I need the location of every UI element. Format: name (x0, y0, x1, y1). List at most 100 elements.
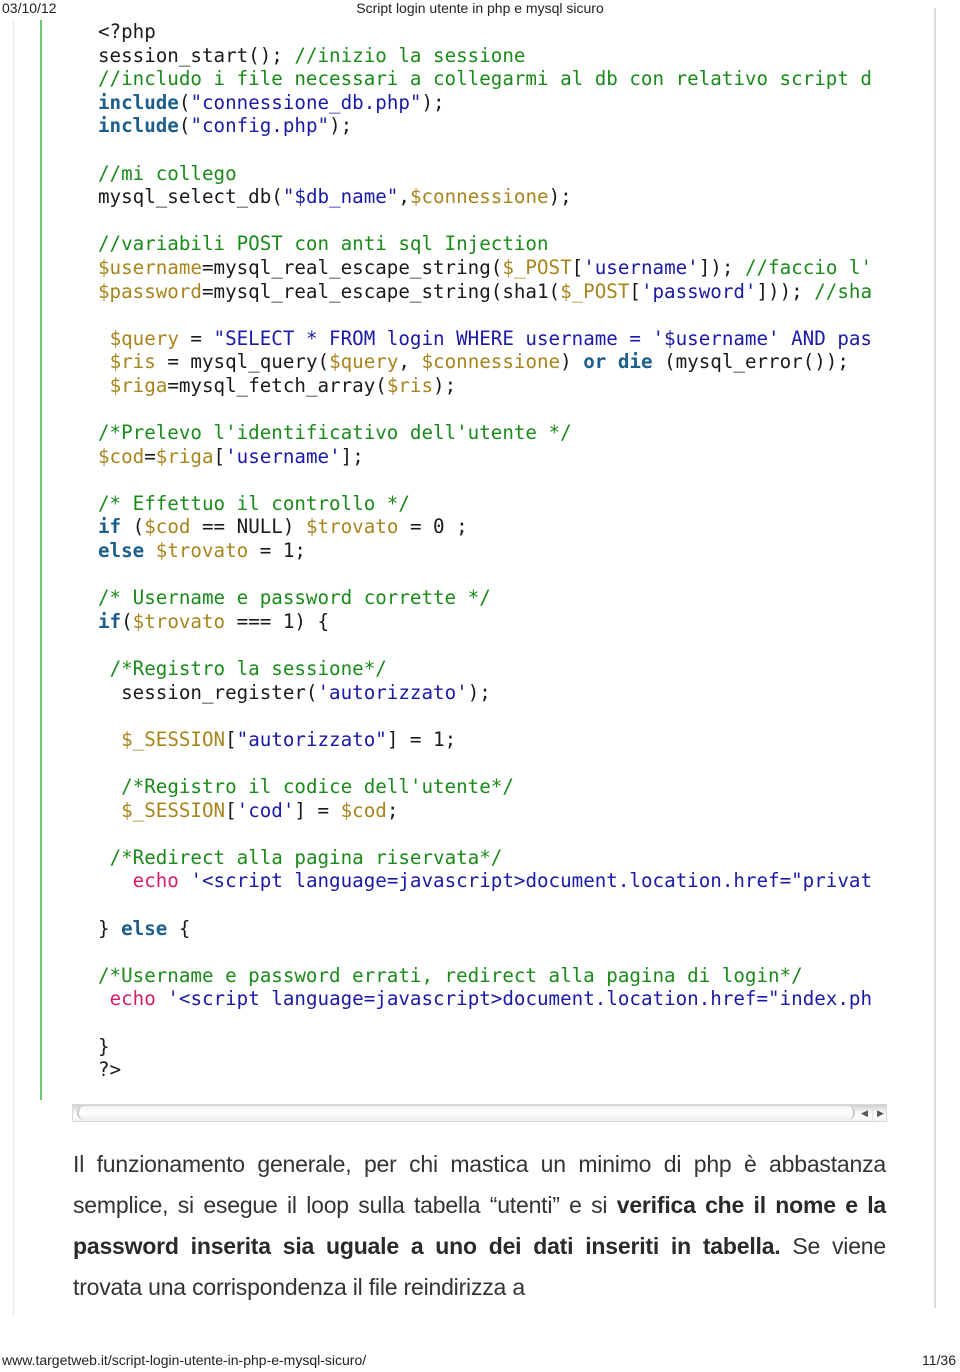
code-token-plain: ( (121, 609, 133, 633)
code-token-plain: ]; (340, 444, 364, 468)
code-line: //includo i file necessari a collegarmi … (98, 67, 888, 91)
code-line: $riga=mysql_fetch_array($ris); (98, 374, 888, 398)
code-token-plain: ] = (294, 798, 341, 822)
code-token-plain: = 0 ; (398, 515, 468, 539)
code-token-str: "autorizzato" (236, 727, 387, 751)
code-token-var: $connessione (409, 185, 549, 209)
code-block-gutter (40, 20, 42, 1100)
code-token-var: $query (329, 350, 399, 374)
code-token-var: $_POST (502, 255, 572, 279)
code-token-plain: ); (421, 90, 445, 114)
code-token-var: $cod (340, 798, 387, 822)
code-line: /* Username e password corrette */ (98, 586, 888, 610)
code-token-plain: [ (629, 279, 641, 303)
code-line: ?> (98, 1058, 888, 1082)
code-line: //variabili POST con anti sql Injection (98, 232, 888, 256)
page-number: 11/36 (922, 1352, 956, 1368)
scroll-left-arrow-icon[interactable]: ◀ (857, 1105, 872, 1121)
page-border-left (13, 20, 14, 1316)
code-token-kw: else (121, 916, 168, 940)
print-footer: www.targetweb.it/script-login-utente-in-… (0, 1352, 960, 1372)
code-token-var: $_SESSION (121, 727, 226, 751)
scroll-right-arrow-icon[interactable]: ▶ (872, 1105, 888, 1121)
page-url: www.targetweb.it/script-login-utente-in-… (2, 1352, 367, 1368)
code-token-echo: echo (132, 869, 179, 893)
code-token-comment: /*Registro la sessione*/ (109, 657, 387, 681)
code-token-plain: = (178, 326, 214, 350)
code-token-plain: ); (329, 114, 353, 138)
article-paragraph: Il funzionamento generale, per chi masti… (73, 1144, 886, 1308)
code-line: if ($cod == NULL) $trovato = 0 ; (98, 515, 888, 539)
code-token-comment: //inizio la sessione (294, 43, 526, 67)
code-token-plain: { (167, 916, 191, 940)
code-token-plain: mysql_select_db( (98, 185, 283, 209)
code-token-plain: [ (213, 444, 226, 468)
code-token-plain: <?php (98, 20, 156, 43)
code-token-str: 'cod' (236, 798, 295, 822)
code-token-str: "config.php" (190, 114, 330, 138)
code-token-comment: /*Prelevo l'identificativo dell'utente *… (98, 421, 572, 445)
code-token-var: $connessione (421, 350, 561, 374)
code-line: <?php (98, 20, 888, 44)
code-token-plain: ); (548, 185, 572, 209)
code-token-comment: /*Registro il codice dell'utente*/ (121, 775, 514, 798)
code-token-str: 'autorizzato' (317, 680, 468, 704)
code-line: } (98, 1035, 888, 1059)
code-token-plain: === 1) { (225, 609, 330, 633)
code-token-kw: include (98, 90, 179, 114)
code-token-comment: //sha (814, 279, 873, 303)
code-token-plain: ; (386, 798, 399, 822)
code-token-plain: ( (121, 515, 145, 539)
code-token-str: 'password' (640, 279, 757, 303)
code-token-plain: ] = 1; (386, 727, 457, 751)
code-line: /*Prelevo l'identificativo dell'utente *… (98, 421, 888, 445)
code-token-str: '<script language=javascript>document.lo… (167, 987, 873, 1011)
code-token-plain: ); (467, 680, 491, 704)
code-line: $ris = mysql_query($query, $connessione)… (98, 350, 888, 374)
code-line: echo '<script language=javascript>docume… (98, 987, 888, 1011)
code-token-kw: or die (583, 350, 653, 374)
code-token-plain: ?> (98, 1058, 122, 1082)
code-line: session_start(); //inizio la sessione (98, 44, 888, 68)
code-token-echo: echo (109, 987, 156, 1011)
code-line: echo '<script language=javascript>docume… (98, 869, 888, 893)
code-token-comment: /*Username e password errati, redirect a… (98, 963, 803, 987)
code-token-plain: ) (560, 350, 584, 374)
page-title: Script login utente in php e mysql sicur… (356, 0, 604, 16)
code-token-comment: //faccio l' (744, 255, 873, 279)
code-token-plain: ( (178, 90, 191, 114)
code-token-str: "SELECT * FROM login WHERE username = '$… (213, 326, 872, 350)
code-line: /*Registro la sessione*/ (98, 657, 888, 681)
code-token-comment: //mi collego (98, 161, 237, 185)
code-line: /* Effettuo il controllo */ (98, 492, 888, 516)
code-token-var: $riga (109, 373, 168, 397)
code-token-plain: [ (571, 255, 584, 279)
scrollbar-thumb[interactable] (77, 1106, 855, 1120)
code-token-kw: else (98, 539, 145, 563)
code-token-plain: = (144, 444, 156, 468)
code-token-plain: =mysql_real_escape_string( (201, 255, 503, 279)
code-token-comment: /*Redirect alla pagina riservata*/ (109, 845, 503, 869)
code-horizontal-scrollbar[interactable]: ◀ ▶ (72, 1104, 887, 1122)
code-token-var: $password (98, 279, 202, 303)
print-header: 03/10/12 Script login utente in php e my… (0, 0, 960, 18)
code-token-plain: == NULL) (190, 515, 306, 539)
code-token-plain: } (98, 916, 122, 940)
code-token-var: $trovato (132, 609, 226, 633)
